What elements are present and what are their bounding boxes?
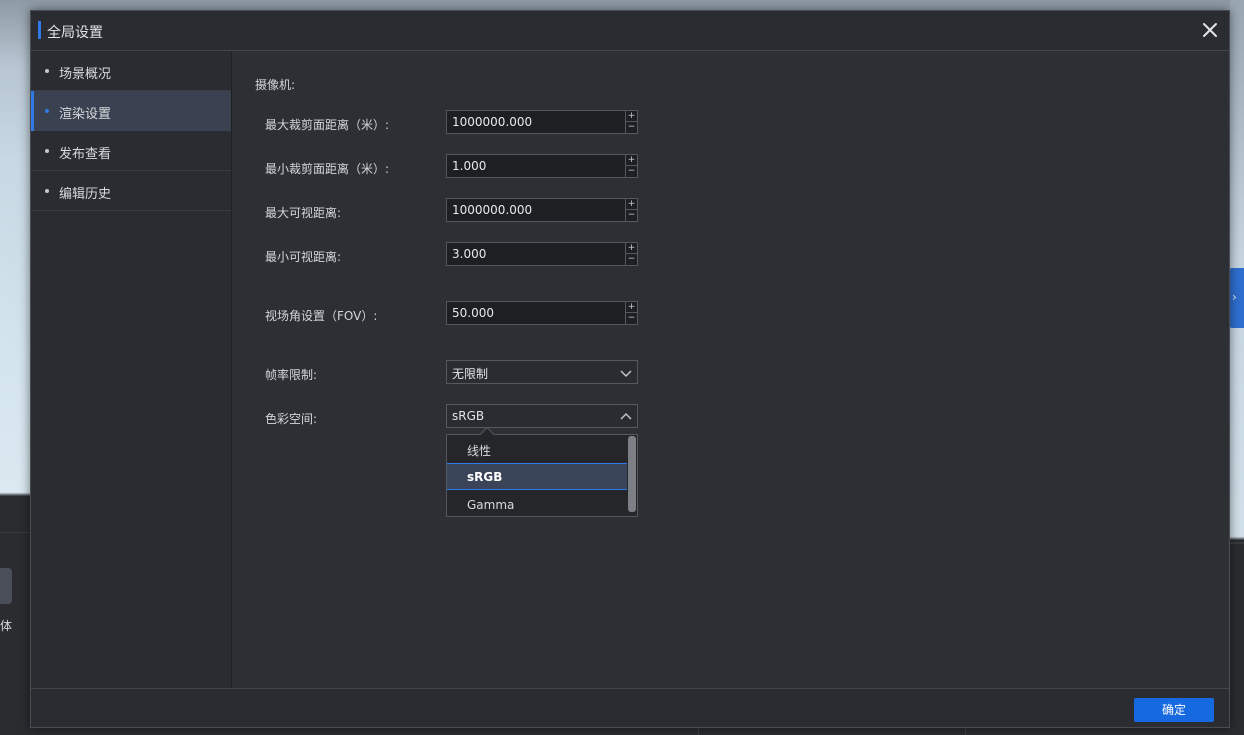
min-clip-distance-stepper: + − <box>625 155 637 177</box>
decrement-button[interactable]: − <box>626 166 637 177</box>
max-clip-distance-input[interactable] <box>447 111 625 133</box>
increment-button[interactable]: + <box>626 243 637 254</box>
bullet-icon <box>45 69 49 73</box>
dropdown-scrollbar[interactable] <box>628 436 636 512</box>
background-right-strip <box>1230 0 1244 735</box>
fov-label: 视场角设置（FOV）: <box>265 309 378 323</box>
fov-stepper: + − <box>625 302 637 324</box>
max-view-distance-input[interactable] <box>447 199 625 221</box>
sidebar-item-label: 场景概况 <box>59 67 112 82</box>
max-view-distance-stepper: + − <box>625 199 637 221</box>
decrement-button[interactable]: − <box>626 313 637 324</box>
option-label: Gamma <box>467 498 515 512</box>
increment-button[interactable]: + <box>626 111 637 122</box>
sidebar-item-label: 渲染设置 <box>59 107 112 122</box>
bullet-icon <box>45 109 49 113</box>
close-icon <box>1203 23 1217 37</box>
background-bottom-divider <box>698 728 699 735</box>
min-clip-distance-field: + − <box>446 154 638 178</box>
sidebar-item-label: 编辑历史 <box>59 187 112 202</box>
max-clip-distance-stepper: + − <box>625 111 637 133</box>
confirm-button[interactable]: 确定 <box>1134 698 1214 722</box>
background-bottom-bar <box>0 728 1244 735</box>
background-panel-label: 刚体 <box>0 619 13 633</box>
bullet-icon <box>45 149 49 153</box>
max-clip-distance-field: + − <box>446 110 638 134</box>
color-space-option-srgb[interactable]: sRGB <box>447 463 627 490</box>
chevron-down-icon <box>619 366 633 380</box>
background-bottom-divider <box>965 728 966 735</box>
option-label: 线性 <box>467 444 492 458</box>
settings-sidebar: 场景概况 渲染设置 发布查看 编辑历史 <box>31 51 232 688</box>
decrement-button[interactable]: − <box>626 122 637 133</box>
chevron-right-icon: › <box>1232 290 1237 304</box>
section-title-camera: 摄像机: <box>255 78 296 92</box>
min-view-distance-stepper: + − <box>625 243 637 265</box>
sidebar-item-edit-history[interactable]: 编辑历史 <box>31 171 231 211</box>
chevron-up-icon <box>619 410 633 424</box>
min-clip-distance-input[interactable] <box>447 155 625 177</box>
background-tool-button[interactable] <box>0 568 12 604</box>
max-view-distance-label: 最大可视距离: <box>265 206 342 220</box>
max-clip-distance-label: 最大裁剪面距离（米）: <box>265 118 390 132</box>
dialog-title: 全局设置 <box>47 25 103 41</box>
background-divider <box>1230 542 1244 544</box>
sidebar-item-label: 发布查看 <box>59 147 112 162</box>
background-left-panel: 刚体 <box>0 498 30 735</box>
min-view-distance-field: + − <box>446 242 638 266</box>
color-space-option-gamma[interactable]: Gamma <box>447 491 627 518</box>
option-label: sRGB <box>467 470 503 484</box>
settings-content: 摄像机: 最大裁剪面距离（米）: + − 最小裁剪面距离（米）: + − 最大可… <box>233 51 1229 688</box>
frame-rate-select[interactable]: 无限制 <box>446 360 638 384</box>
close-button[interactable] <box>1199 19 1221 41</box>
color-space-dropdown: 线性 sRGB Gamma <box>446 426 638 518</box>
decrement-button[interactable]: − <box>626 254 637 265</box>
background-tab-line <box>0 532 30 533</box>
active-indicator <box>31 91 34 131</box>
increment-button[interactable]: + <box>626 302 637 313</box>
dialog-titlebar: 全局设置 <box>31 11 1229 51</box>
increment-button[interactable]: + <box>626 155 637 166</box>
min-view-distance-input[interactable] <box>447 243 625 265</box>
sidebar-item-publish-view[interactable]: 发布查看 <box>31 131 231 171</box>
increment-button[interactable]: + <box>626 199 637 210</box>
color-space-select[interactable]: sRGB <box>446 404 638 428</box>
title-accent-bar <box>38 21 41 39</box>
fov-field: + − <box>446 301 638 325</box>
fov-input[interactable] <box>447 302 625 324</box>
global-settings-dialog: 全局设置 场景概况 渲染设置 发布查看 编辑历史 摄像机: 最大裁剪面距离（米） <box>30 10 1230 728</box>
color-space-value: sRGB <box>452 409 485 423</box>
min-view-distance-label: 最小可视距离: <box>265 250 342 264</box>
max-view-distance-field: + − <box>446 198 638 222</box>
panel-collapse-button[interactable]: › <box>1229 268 1244 328</box>
sidebar-item-scene-overview[interactable]: 场景概况 <box>31 51 231 91</box>
frame-rate-label: 帧率限制: <box>265 368 318 382</box>
frame-rate-value: 无限制 <box>452 367 489 381</box>
dialog-footer: 确定 <box>31 688 1229 727</box>
color-space-label: 色彩空间: <box>265 412 318 426</box>
min-clip-distance-label: 最小裁剪面距离（米）: <box>265 162 390 176</box>
sidebar-item-render-settings[interactable]: 渲染设置 <box>31 91 231 131</box>
bullet-icon <box>45 189 49 193</box>
decrement-button[interactable]: − <box>626 210 637 221</box>
color-space-option-linear[interactable]: 线性 <box>447 435 627 462</box>
